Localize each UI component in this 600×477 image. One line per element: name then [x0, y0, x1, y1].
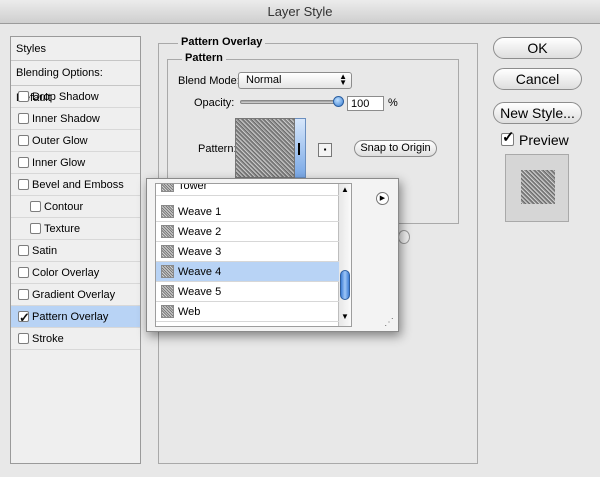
- style-item-label: Color Overlay: [32, 267, 100, 279]
- window-title: Layer Style: [0, 0, 600, 24]
- pattern-label: Pattern:: [198, 143, 237, 155]
- pattern-thumb: [161, 285, 174, 298]
- style-item-label: Bevel and Emboss: [32, 179, 124, 191]
- snap-to-origin-button[interactable]: Snap to Origin: [354, 140, 437, 157]
- style-item-label: Inner Glow: [32, 157, 86, 169]
- style-item-label: Stroke: [32, 333, 64, 345]
- pattern-thumb: [161, 184, 174, 192]
- style-checkbox[interactable]: [18, 307, 30, 329]
- new-style-button[interactable]: New Style...: [493, 102, 582, 124]
- style-item-inner-shadow[interactable]: Inner Shadow: [11, 108, 140, 130]
- style-checkbox[interactable]: [18, 157, 29, 168]
- pattern-item-web[interactable]: Web: [156, 302, 339, 322]
- pattern-thumb: [161, 245, 174, 258]
- pattern-item-weave-1[interactable]: Weave 1: [156, 202, 339, 222]
- style-item-gradient-overlay[interactable]: Gradient Overlay: [11, 284, 140, 306]
- pattern-group-title: Pattern: [182, 52, 226, 64]
- style-item-label: Pattern Overlay: [32, 311, 109, 323]
- popup-menu-arrow-icon[interactable]: ▶: [376, 192, 389, 205]
- pattern-name: Weave 3: [178, 246, 222, 258]
- style-checkbox[interactable]: [18, 289, 29, 300]
- cancel-button[interactable]: Cancel: [493, 68, 582, 90]
- ok-button[interactable]: OK: [493, 37, 582, 59]
- updown-arrows-icon: ▲ ▼: [339, 72, 347, 87]
- pattern-name: Web: [178, 306, 201, 318]
- pattern-list-scrollbar[interactable]: ▲ ▼: [338, 184, 351, 326]
- scroll-down-icon[interactable]: ▼: [341, 312, 349, 321]
- opacity-label: Opacity:: [194, 97, 235, 109]
- pattern-name: Tower: [178, 183, 208, 192]
- style-item-bevel-and-emboss[interactable]: Bevel and Emboss: [11, 174, 140, 196]
- link-toggle-icon[interactable]: [398, 230, 410, 244]
- style-item-label: Contour: [44, 201, 84, 213]
- pattern-thumb: [161, 265, 174, 278]
- preview-label: Preview: [519, 132, 569, 148]
- style-checkbox[interactable]: [18, 91, 29, 102]
- opacity-input[interactable]: [347, 96, 384, 111]
- pattern-name: Weave 4: [178, 266, 222, 278]
- style-item-satin[interactable]: Satin: [11, 240, 140, 262]
- pattern-overlay-title: Pattern Overlay: [178, 36, 266, 48]
- pattern-name: Weave 2: [178, 226, 222, 238]
- style-checkbox[interactable]: [30, 223, 41, 234]
- styles-panel: Styles Blending Options: Default Drop Sh…: [10, 36, 141, 464]
- resize-grip-icon[interactable]: ⋰: [384, 317, 394, 328]
- pattern-picker-popup: ▲ ▼ Tower Weave 1 Weave 2 Weave 3 Weave 4 Wea…: [146, 178, 399, 332]
- pattern-thumb: [161, 305, 174, 318]
- style-item-texture[interactable]: Texture: [11, 218, 140, 240]
- opacity-slider-handle[interactable]: [333, 96, 344, 107]
- style-checkbox[interactable]: [18, 135, 29, 146]
- style-checkbox[interactable]: [30, 201, 41, 212]
- scroll-up-icon[interactable]: ▲: [341, 185, 349, 194]
- scroll-thumb[interactable]: [340, 270, 350, 300]
- style-item-stroke[interactable]: Stroke: [11, 328, 140, 350]
- pattern-thumb: [161, 225, 174, 238]
- style-checkbox[interactable]: [18, 333, 29, 344]
- style-checkbox[interactable]: [18, 179, 29, 190]
- blending-options-item[interactable]: Blending Options: Default: [11, 61, 140, 104]
- pattern-swatch[interactable]: [235, 118, 295, 178]
- preview-checkbox[interactable]: [501, 128, 515, 146]
- styles-header[interactable]: Styles: [11, 37, 140, 61]
- pattern-list[interactable]: ▲ ▼ Tower Weave 1 Weave 2 Weave 3 Weave 4 Wea…: [155, 183, 352, 327]
- blend-mode-select[interactable]: Normal ▲ ▼: [238, 72, 352, 89]
- pattern-item-weave-3[interactable]: Weave 3: [156, 242, 339, 262]
- style-item-label: Inner Shadow: [32, 113, 100, 125]
- style-item-label: Texture: [44, 223, 81, 235]
- style-item-outer-glow[interactable]: Outer Glow: [11, 130, 140, 152]
- pattern-item-partial[interactable]: Tower: [156, 183, 339, 196]
- new-preset-icon[interactable]: ▪: [318, 143, 332, 157]
- style-item-label: Outer Glow: [32, 135, 88, 147]
- style-checkbox[interactable]: [18, 113, 29, 124]
- style-item-label: Drop Shadow: [32, 91, 99, 103]
- pattern-thumb: [161, 205, 174, 218]
- pattern-dropdown-button[interactable]: [295, 118, 306, 178]
- style-item-label: Satin: [32, 245, 58, 257]
- blend-mode-label: Blend Mode:: [178, 75, 240, 87]
- pattern-item-weave-4[interactable]: Weave 4: [156, 262, 339, 282]
- style-checkbox[interactable]: [18, 267, 29, 278]
- style-checkbox[interactable]: [18, 245, 29, 256]
- pattern-item-weave-5[interactable]: Weave 5: [156, 282, 339, 302]
- style-item-label: Gradient Overlay: [32, 289, 116, 301]
- style-item-contour[interactable]: Contour: [11, 196, 140, 218]
- pattern-item-weave-2[interactable]: Weave 2: [156, 222, 339, 242]
- style-item-pattern-overlay[interactable]: Pattern Overlay: [11, 306, 140, 329]
- blend-mode-value: Normal: [246, 74, 282, 86]
- opacity-unit: %: [388, 97, 398, 109]
- pattern-name: Weave 5: [178, 286, 222, 298]
- preview-pattern: [521, 170, 555, 204]
- style-item-drop-shadow[interactable]: Drop Shadow: [11, 86, 140, 108]
- style-item-color-overlay[interactable]: Color Overlay: [11, 262, 140, 284]
- preview-thumbnail: [505, 154, 569, 222]
- style-item-inner-glow[interactable]: Inner Glow: [11, 152, 140, 174]
- pattern-name: Weave 1: [178, 206, 222, 218]
- opacity-slider-track[interactable]: [240, 100, 340, 104]
